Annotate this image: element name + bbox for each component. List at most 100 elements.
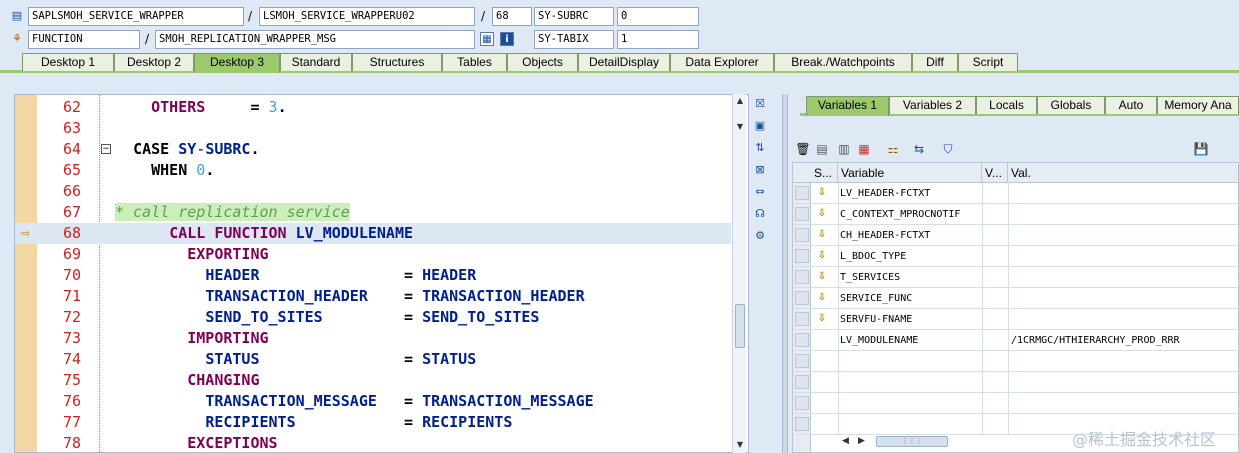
variable-name[interactable]: LV_MODULENAME	[838, 330, 982, 351]
header-v[interactable]: V...	[982, 163, 1008, 183]
code-line[interactable]: 72 SEND_TO_SITES = SEND_TO_SITES	[15, 307, 731, 328]
table-row[interactable]: ⇩ SERVICE_FUNC	[793, 288, 1238, 309]
calculator-icon[interactable]: ▦	[480, 32, 494, 46]
tab-desktop-1[interactable]: Desktop 1	[22, 53, 114, 71]
code-line[interactable]: 63	[15, 118, 731, 139]
row-selector[interactable]	[795, 333, 809, 347]
tree-icon[interactable]: ⚏	[885, 141, 901, 157]
code-line[interactable]: 71 TRANSACTION_HEADER = TRANSACTION_HEAD…	[15, 286, 731, 307]
row-selector[interactable]	[795, 396, 809, 410]
code-line[interactable]: 62 OTHERS = 3.	[15, 97, 731, 118]
table-row[interactable]: ⇩ C_CONTEXT_MPROCNOTIF	[793, 204, 1238, 225]
code-line[interactable]: 73 IMPORTING	[15, 328, 731, 349]
table-row[interactable]: ⇩ T_SERVICES	[793, 267, 1238, 288]
tab-standard[interactable]: Standard	[280, 53, 352, 71]
tab-auto[interactable]: Auto	[1105, 96, 1157, 114]
pane-splitter[interactable]	[782, 94, 788, 453]
header-variable[interactable]: Variable	[838, 163, 982, 183]
variable-name[interactable]: SERVFU-FNAME	[838, 309, 982, 330]
scroll-right-icon[interactable]: ▶	[858, 434, 865, 448]
scroll-left-icon[interactable]: ◀	[842, 434, 849, 448]
variable-value[interactable]	[1008, 246, 1238, 267]
swap-icon[interactable]: ⇅	[752, 140, 768, 156]
scroll-down-small-icon[interactable]: ▼	[735, 122, 745, 132]
tab-locals[interactable]: Locals	[976, 96, 1037, 114]
code-line[interactable]: 78 EXCEPTIONS	[15, 433, 731, 452]
variable-name[interactable]: C_CONTEXT_MPROCNOTIF	[838, 204, 982, 225]
tab-data-explorer[interactable]: Data Explorer	[670, 53, 774, 71]
table-row[interactable]: ⇩ LV_HEADER-FCTXT	[793, 183, 1238, 204]
headphones-icon[interactable]: ☊	[752, 206, 768, 222]
list-red-icon[interactable]: ▦	[856, 141, 872, 157]
code-line[interactable]: 70 HEADER = HEADER	[15, 265, 731, 286]
tab-variables-2[interactable]: Variables 2	[889, 96, 976, 114]
code-line[interactable]: 76 TRANSACTION_MESSAGE = TRANSACTION_MES…	[15, 391, 731, 412]
program-field[interactable]: SAPLSMOH_SERVICE_WRAPPER	[28, 7, 244, 26]
table-row[interactable]: ⇩ SERVFU-FNAME	[793, 309, 1238, 330]
variable-value[interactable]	[1008, 309, 1238, 330]
resize-icon[interactable]: ⇔	[752, 184, 768, 200]
code-line[interactable]: 77 RECIPIENTS = RECIPIENTS	[15, 412, 731, 433]
variable-value[interactable]: /1CRMGC/HTHIERARCHY_PROD_RRR	[1008, 330, 1238, 351]
tab-variables-1[interactable]: Variables 1	[806, 96, 889, 116]
variable-name[interactable]: LV_HEADER-FCTXT	[838, 183, 982, 204]
variable-name[interactable]: L_BDOC_TYPE	[838, 246, 982, 267]
row-selector[interactable]	[795, 354, 809, 368]
variable-value[interactable]	[1008, 225, 1238, 246]
sysval-field-2[interactable]: 1	[617, 30, 699, 49]
variable-name[interactable]: T_SERVICES	[838, 267, 982, 288]
table-row[interactable]: ⇩ CH_HEADER-FCTXT	[793, 225, 1238, 246]
variable-name[interactable]: SERVICE_FUNC	[838, 288, 982, 309]
close-icon[interactable]: ☒	[752, 96, 768, 112]
line-field[interactable]: 68	[492, 7, 532, 26]
variable-value[interactable]	[1008, 183, 1238, 204]
table-row-empty[interactable]	[793, 351, 1238, 372]
row-selector[interactable]	[795, 186, 809, 200]
type-field[interactable]: FUNCTION	[28, 30, 140, 49]
scroll-up-icon[interactable]: ▲	[735, 96, 745, 106]
table-row-empty[interactable]	[793, 372, 1238, 393]
variable-value-empty[interactable]	[1008, 372, 1238, 393]
tab-script[interactable]: Script	[958, 53, 1018, 71]
function-name-field[interactable]: SMOH_REPLICATION_WRAPPER_MSG	[155, 30, 475, 49]
sysvar-field-1[interactable]: SY-SUBRC	[534, 7, 614, 26]
tab-diff[interactable]: Diff	[912, 53, 958, 71]
delete-icon[interactable]: 🗑	[795, 141, 811, 157]
variable-value[interactable]	[1008, 267, 1238, 288]
code-line[interactable]: 66	[15, 181, 731, 202]
table-row[interactable]: ⇩ L_BDOC_TYPE	[793, 246, 1238, 267]
row-selector[interactable]	[795, 207, 809, 221]
row-selector[interactable]	[795, 375, 809, 389]
include-field[interactable]: LSMOH_SERVICE_WRAPPERU02	[259, 7, 475, 26]
row-selector[interactable]	[795, 291, 809, 305]
scroll-thumb[interactable]: ⋮⋮⋮	[876, 436, 948, 447]
tab-objects[interactable]: Objects	[507, 53, 578, 71]
variable-value-empty[interactable]	[1008, 351, 1238, 372]
header-value[interactable]: Val.	[1008, 163, 1238, 183]
row-selector[interactable]	[795, 270, 809, 284]
sysvar-field-2[interactable]: SY-TABIX	[534, 30, 614, 49]
move-icon[interactable]: ⇆	[911, 141, 927, 157]
code-line[interactable]: 75 CHANGING	[15, 370, 731, 391]
folder-icon[interactable]: ⛉	[940, 141, 956, 157]
tab-structures[interactable]: Structures	[352, 53, 442, 71]
variable-value[interactable]	[1008, 204, 1238, 225]
code-line[interactable]: 64 − CASE SY-SUBRC.	[15, 139, 731, 160]
variable-value-empty[interactable]	[1008, 393, 1238, 414]
table-row-empty[interactable]	[793, 393, 1238, 414]
row-selector[interactable]	[795, 228, 809, 242]
list-detail-icon[interactable]: ▥	[836, 141, 852, 157]
scroll-thumb[interactable]	[735, 304, 745, 348]
tab-memory-analysis[interactable]: Memory Ana	[1157, 96, 1239, 114]
variable-value[interactable]	[1008, 288, 1238, 309]
code-line[interactable]: 65 WHEN 0.	[15, 160, 731, 181]
variable-name[interactable]: CH_HEADER-FCTXT	[838, 225, 982, 246]
code-line[interactable]: 74 STATUS = STATUS	[15, 349, 731, 370]
sysval-field-1[interactable]: 0	[617, 7, 699, 26]
tab-globals[interactable]: Globals	[1037, 96, 1105, 114]
tab-desktop-2[interactable]: Desktop 2	[114, 53, 194, 71]
variable-name-empty[interactable]	[838, 414, 982, 435]
variable-name-empty[interactable]	[838, 393, 982, 414]
new-view-icon[interactable]: ▣	[752, 118, 768, 134]
code-editor[interactable]: 62 OTHERS = 3. 63 64 − CASE SY-SUBRC. 65…	[14, 94, 749, 453]
